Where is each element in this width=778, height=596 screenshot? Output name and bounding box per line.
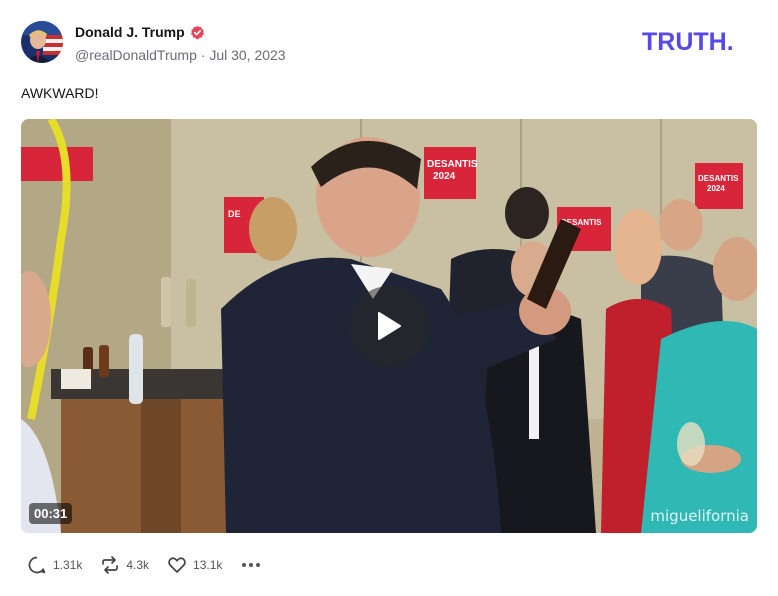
video-watermark: miguelifornia	[650, 507, 749, 525]
reply-count: 1.31k	[53, 558, 83, 572]
verified-badge-icon	[190, 25, 204, 39]
video-player[interactable]: DE DESANTIS 2024 DESANTIS 2024 DESANTIS	[21, 119, 757, 533]
avatar-image	[21, 21, 63, 63]
more-icon-dot	[256, 563, 261, 567]
like-button[interactable]: 13.1k	[167, 555, 222, 575]
retruth-count: 4.3k	[126, 558, 150, 572]
logo-text: TRUTH.	[642, 28, 734, 54]
truth-social-logo[interactable]: TRUTH.	[642, 28, 757, 54]
more-icon-dot	[249, 563, 254, 567]
reply-button[interactable]: 1.31k	[27, 555, 82, 575]
author-name[interactable]: Donald J. Trump	[75, 24, 185, 40]
play-button[interactable]	[349, 286, 429, 366]
author-handle[interactable]: @realDonaldTrump	[75, 47, 197, 63]
more-icon	[242, 563, 247, 567]
video-duration: 00:31	[29, 503, 73, 524]
truth-logo-image: TRUTH.	[642, 28, 734, 54]
post-meta: @realDonaldTrump · Jul 30, 2023	[75, 47, 286, 63]
reply-icon	[28, 556, 46, 574]
post-text: AWKWARD!	[21, 85, 99, 101]
like-count: 13.1k	[193, 558, 223, 572]
retruth-button[interactable]: 4.3k	[100, 555, 149, 575]
more-options-button[interactable]	[240, 563, 262, 567]
svg-text:2024: 2024	[707, 184, 725, 193]
like-icon	[168, 557, 186, 573]
author-avatar[interactable]	[21, 21, 63, 63]
svg-text:DESANTIS: DESANTIS	[698, 174, 739, 183]
play-icon	[378, 312, 401, 340]
svg-text:DE: DE	[228, 209, 241, 219]
post-date[interactable]: Jul 30, 2023	[209, 47, 285, 63]
retruth-icon	[102, 556, 119, 574]
sign-line-2: 2024	[433, 171, 456, 182]
sign-line-1: DESANTIS	[427, 159, 478, 170]
post-actions: 1.31k 4.3k 13.1k	[27, 553, 262, 577]
author-name-row[interactable]: Donald J. Trump	[75, 24, 205, 40]
